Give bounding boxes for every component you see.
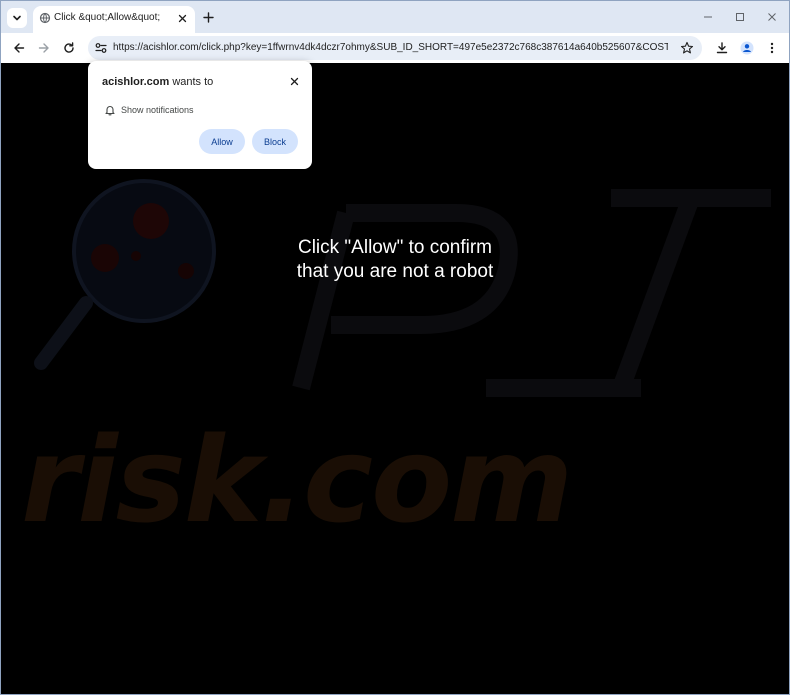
allow-button[interactable]: Allow (199, 129, 245, 154)
close-icon (768, 13, 776, 21)
arrow-left-icon (14, 43, 25, 53)
download-icon (716, 42, 728, 54)
bell-icon (105, 106, 115, 116)
maximize-icon (736, 13, 744, 21)
forward-button[interactable] (35, 39, 53, 57)
new-tab-button[interactable] (200, 9, 216, 25)
close-icon (290, 77, 298, 85)
tab-strip: Click &quot;Allow&quot; (1, 1, 789, 33)
browser-window: Click &quot;Allow&quot; https://acishlor… (0, 0, 790, 695)
loading-globe-icon (39, 12, 51, 24)
reload-button[interactable] (60, 39, 78, 57)
tab-search-button[interactable] (7, 8, 27, 28)
star-icon[interactable] (680, 41, 694, 55)
downloads-button[interactable] (713, 39, 731, 57)
maximize-button[interactable] (732, 9, 748, 25)
block-button[interactable]: Block (252, 129, 298, 154)
close-window-button[interactable] (764, 9, 780, 25)
plus-icon (202, 11, 214, 23)
back-button[interactable] (10, 39, 28, 57)
tab-close-button[interactable] (175, 11, 189, 25)
address-bar[interactable]: https://acishlor.com/click.php?key=1ffwr… (88, 36, 702, 60)
active-tab[interactable]: Click &quot;Allow&quot; (33, 6, 195, 33)
more-vert-icon (770, 42, 774, 54)
url-text[interactable]: https://acishlor.com/click.php?key=1ffwr… (113, 42, 668, 53)
watermark-text: risk.com (21, 411, 573, 549)
reload-icon (64, 42, 74, 53)
minimize-icon (704, 16, 712, 18)
notification-permission-prompt: acishlor.com wants to Show notifications… (88, 61, 312, 169)
prompt-title: acishlor.com wants to (102, 76, 213, 88)
tab-title: Click &quot;Allow&quot; (54, 12, 161, 23)
robot-check-message: Click "Allow" to confirm that you are no… (1, 236, 789, 284)
close-icon (178, 14, 186, 22)
chevron-down-icon (13, 15, 21, 21)
minimize-button[interactable] (700, 9, 716, 25)
message-line-1: Click "Allow" to confirm (297, 237, 493, 258)
prompt-wants-to: wants to (169, 76, 214, 88)
site-settings-icon[interactable] (94, 41, 108, 55)
prompt-site: acishlor.com (102, 76, 170, 88)
profile-button[interactable] (738, 39, 756, 57)
prompt-close-button[interactable] (288, 75, 300, 87)
permission-label: Show notifications (121, 105, 194, 115)
avatar-icon (740, 41, 754, 55)
toolbar: https://acishlor.com/click.php?key=1ffwr… (1, 33, 789, 63)
message-line-2: that you are not a robot (296, 261, 494, 282)
menu-button[interactable] (763, 39, 781, 57)
arrow-right-icon (38, 43, 49, 53)
